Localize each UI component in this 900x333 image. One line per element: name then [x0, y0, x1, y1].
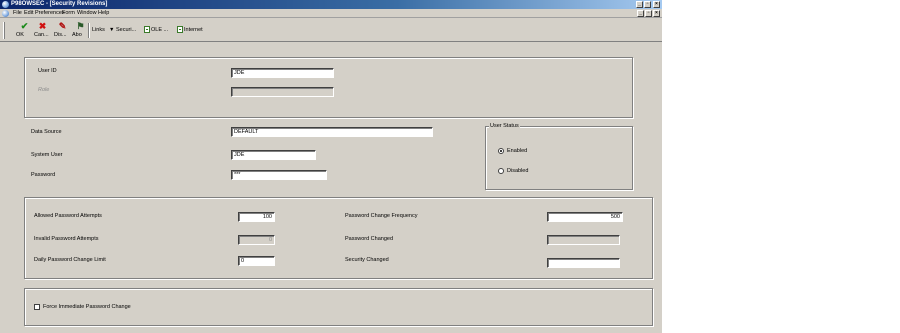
- dropdown-arrow-icon: ▼: [109, 27, 115, 33]
- toolbar-separator: [88, 23, 90, 38]
- menu-file[interactable]: File: [13, 9, 22, 18]
- radio-unselected-icon: [498, 167, 504, 174]
- menu-form[interactable]: Form: [62, 9, 75, 18]
- enabled-radio[interactable]: Enabled: [498, 147, 527, 155]
- menu-window[interactable]: Window: [77, 9, 97, 18]
- menu-bar: File Edit Preferences Form Window Help _…: [0, 9, 662, 18]
- application-window: P98OWSEC - [Security Revisions] _ ▫ × Fi…: [0, 0, 662, 333]
- display-label: Dis...: [54, 32, 67, 38]
- password-label: Password: [31, 172, 56, 178]
- close-button[interactable]: ×: [653, 1, 660, 8]
- window-title: P98OWSEC - [Security Revisions]: [11, 1, 108, 7]
- data-source-field[interactable]: DEFAULT: [231, 127, 433, 137]
- security-label: Securi...: [115, 27, 137, 33]
- role-field: [231, 87, 334, 97]
- security-links-dropdown[interactable]: ▼ Securi...: [109, 25, 136, 36]
- force-password-change-checkbox[interactable]: Force Immediate Password Change: [34, 303, 131, 311]
- allowed-password-attempts-label: Allowed Password Attempts: [34, 213, 102, 219]
- user-status-group: User Status Enabled Disabled: [485, 123, 633, 190]
- about-label: Abo: [72, 32, 82, 38]
- ole-button[interactable]: OLE ...: [144, 25, 168, 36]
- allowed-password-attempts-field[interactable]: 100: [238, 212, 275, 222]
- password-change-frequency-label: Password Change Frequency: [345, 213, 418, 219]
- password-changed-label: Password Changed: [345, 236, 394, 242]
- user-id-label: User ID: [38, 68, 57, 74]
- force-password-change-label: Force Immediate Password Change: [43, 304, 131, 310]
- about-icon: ⚑: [76, 21, 85, 31]
- password-change-frequency-field[interactable]: 500: [547, 212, 623, 222]
- internet-label: Internet: [184, 27, 203, 33]
- internet-button[interactable]: Internet: [177, 25, 203, 36]
- app-icon: [2, 1, 9, 8]
- ole-icon: [144, 26, 150, 34]
- user-id-field[interactable]: JDE: [231, 68, 334, 78]
- mdi-minimize-button[interactable]: _: [637, 10, 644, 17]
- x-icon: ✖: [38, 21, 47, 31]
- checkbox-unchecked-icon: [34, 303, 40, 310]
- password-field[interactable]: ***: [231, 170, 327, 180]
- security-changed-label: Security Changed: [345, 257, 389, 263]
- about-button[interactable]: ⚑ Abo: [72, 21, 89, 40]
- data-source-label: Data Source: [31, 129, 62, 135]
- toolbar: ✔ OK ✖ Can... ✎ Dis... ⚑ Abo Links ▼ Sec…: [0, 19, 662, 42]
- eraser-icon: ✎: [58, 21, 67, 31]
- menu-edit[interactable]: Edit: [24, 9, 33, 18]
- internet-icon: [177, 26, 183, 34]
- restore-button[interactable]: ▫: [644, 1, 651, 8]
- password-changed-field: [547, 235, 620, 245]
- ok-button[interactable]: ✔ OK: [16, 21, 33, 40]
- menu-preferences[interactable]: Preferences: [35, 9, 65, 18]
- system-user-field[interactable]: JDE: [231, 150, 316, 160]
- mdi-close-button[interactable]: ×: [653, 10, 660, 17]
- document-icon[interactable]: [2, 10, 9, 17]
- display-button[interactable]: ✎ Dis...: [54, 21, 71, 40]
- enabled-label: Enabled: [507, 148, 528, 154]
- links-button[interactable]: Links: [92, 25, 105, 36]
- ok-label: OK: [16, 32, 24, 38]
- user-status-title: User Status: [489, 123, 520, 130]
- role-label: Role: [38, 87, 50, 93]
- radio-selected-icon: [498, 147, 504, 154]
- cancel-label: Can...: [34, 32, 49, 38]
- security-changed-field[interactable]: [547, 258, 620, 268]
- menu-help[interactable]: Help: [98, 9, 109, 18]
- checkmark-icon: ✔: [20, 21, 29, 31]
- invalid-password-attempts-label: Invalid Password Attempts: [34, 236, 99, 242]
- disabled-radio[interactable]: Disabled: [498, 167, 528, 175]
- title-bar: P98OWSEC - [Security Revisions] _ ▫ ×: [0, 0, 662, 9]
- options-group: Force Immediate Password Change: [24, 288, 653, 326]
- cancel-button[interactable]: ✖ Can...: [34, 21, 51, 40]
- ole-label: OLE ...: [151, 27, 169, 33]
- daily-password-change-limit-label: Daily Password Change Limit: [34, 257, 106, 263]
- toolbar-grip: [3, 22, 5, 39]
- disabled-label: Disabled: [507, 168, 529, 174]
- mdi-restore-button[interactable]: ▫: [645, 10, 652, 17]
- daily-password-change-limit-field[interactable]: 0: [238, 256, 275, 266]
- invalid-password-attempts-field: 0: [238, 235, 275, 245]
- system-user-label: System User: [31, 152, 63, 158]
- minimize-button[interactable]: _: [636, 1, 643, 8]
